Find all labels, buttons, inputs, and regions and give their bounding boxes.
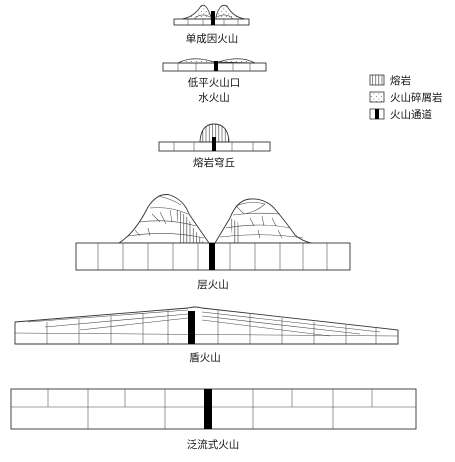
low-crater-volcano: 低平火山口 水火山 [162, 58, 267, 104]
stratovolcano-conduit [209, 243, 215, 270]
monogenetic-label: 单成因火山 [186, 33, 239, 45]
lava-dome-label: 熔岩穹丘 [193, 156, 235, 169]
lava-dome-conduit [212, 137, 216, 151]
flood-volcano: 泛流式火山 [10, 388, 417, 451]
low-crater-rim-right [217, 58, 256, 64]
legend-pyroclastic-swatch [369, 91, 385, 103]
legend-conduit-label: 火山通道 [390, 108, 432, 121]
flood-volcano-conduit [204, 389, 212, 429]
legend: 熔岩 火山碎屑岩 火山通道 [369, 74, 443, 121]
flood-volcano-label: 泛流式火山 [187, 438, 240, 451]
shield-volcano-conduit [188, 311, 195, 344]
low-crater-conduit [214, 61, 218, 71]
monogenetic-conduit [211, 11, 215, 25]
lava-dome-volcano: 熔岩穹丘 [158, 123, 271, 169]
low-crater-rim-left [177, 58, 215, 64]
legend-item-pyroclastic: 火山碎屑岩 [369, 91, 443, 104]
legend-item-conduit: 火山通道 [369, 108, 432, 121]
legend-lava-label: 熔岩 [390, 74, 411, 87]
low-crater-label-line1: 低平火山口 [188, 76, 241, 89]
stratovolcano-label: 层火山 [197, 279, 229, 291]
flood-volcano-body [10, 388, 417, 430]
volcano-types-diagram: 单成因火山 低平火山口 水火山 熔岩穹丘 熔岩 火山碎屑岩 火山通道 层火山 盾… [10, 4, 443, 451]
legend-item-lava: 熔岩 [369, 74, 411, 87]
shield-volcano-label: 盾火山 [189, 352, 221, 364]
low-crater-label-line2: 水火山 [198, 92, 230, 104]
shield-volcano: 盾火山 [14, 306, 399, 364]
legend-lava-swatch [369, 74, 385, 86]
monogenetic-volcano: 单成因火山 [173, 4, 250, 45]
legend-pyroclastic-label: 火山碎屑岩 [390, 91, 443, 104]
stratovolcano: 层火山 [75, 194, 351, 291]
